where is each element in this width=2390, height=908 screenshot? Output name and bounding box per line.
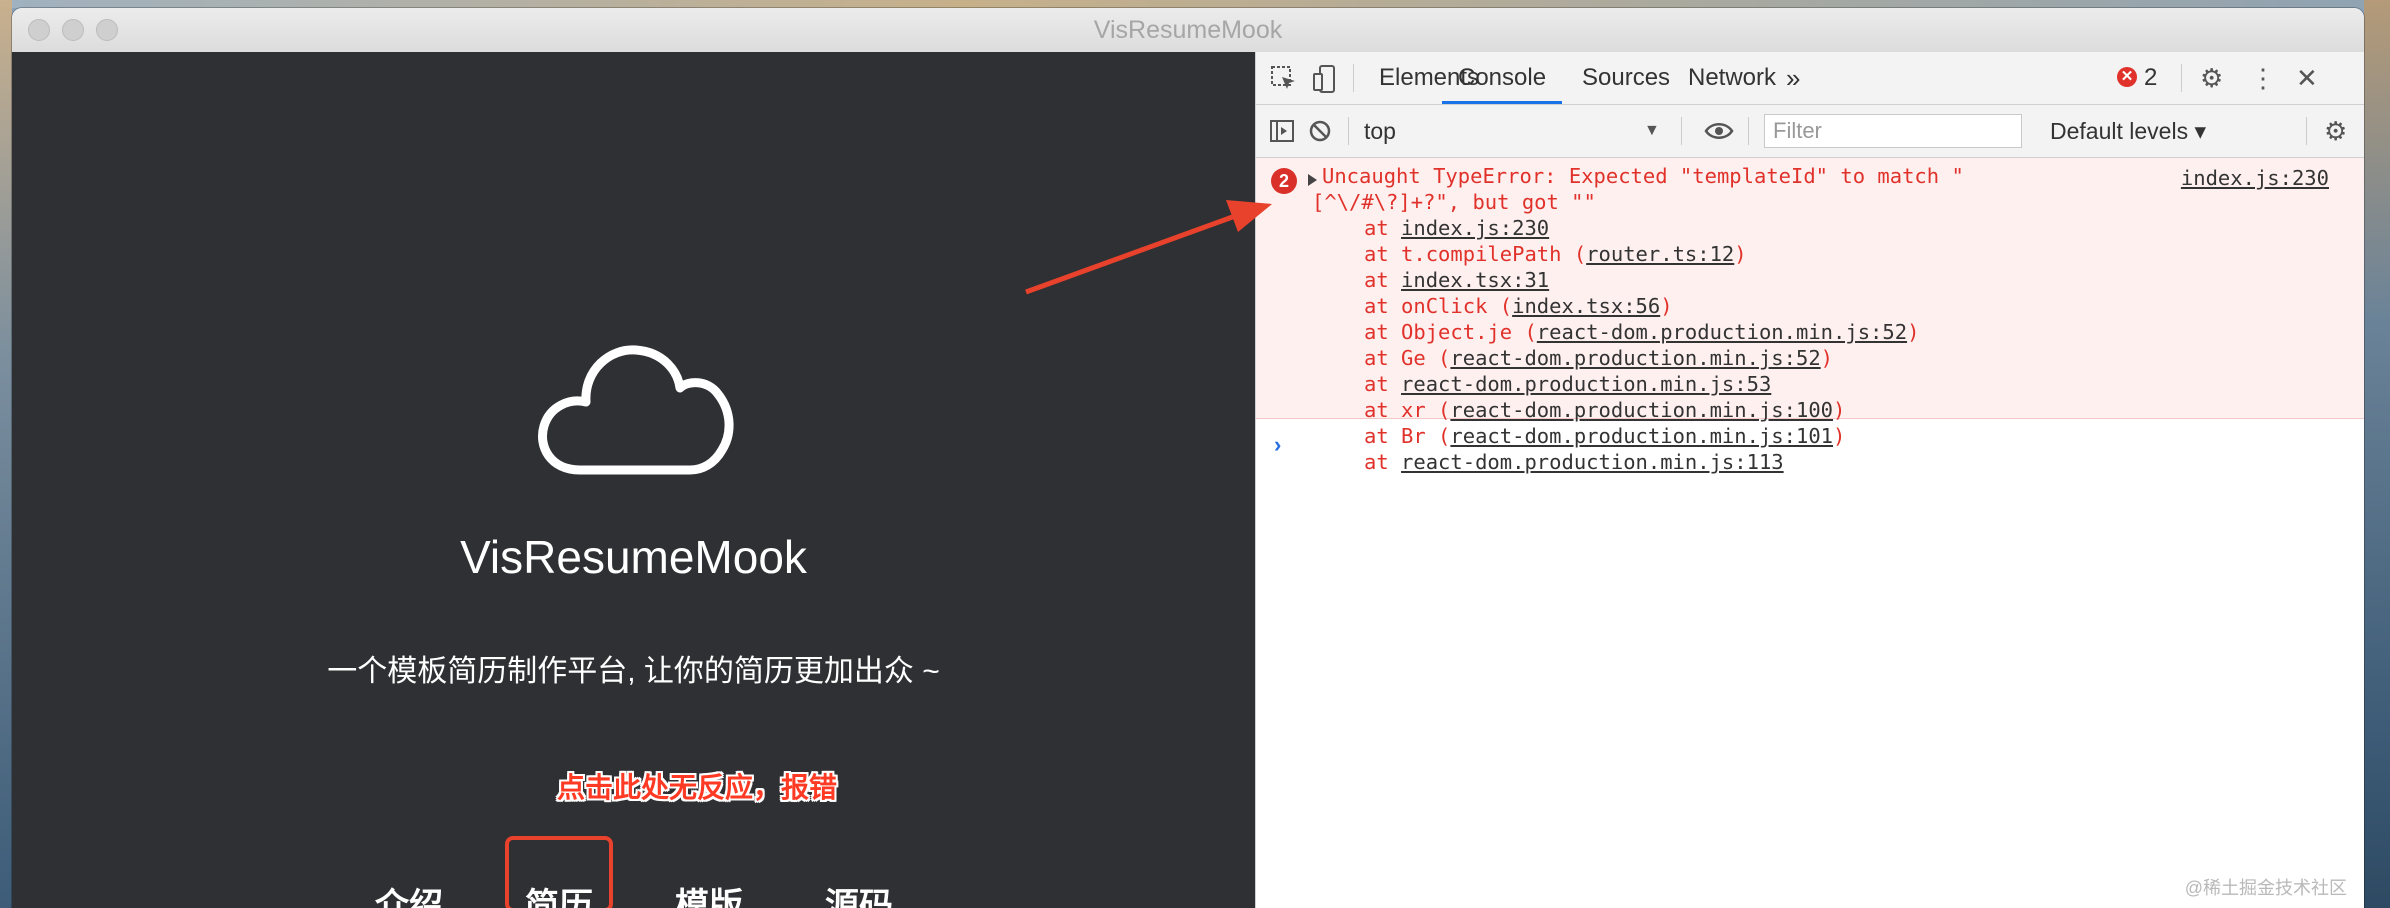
nav-intro[interactable]: 介绍 [375, 878, 443, 908]
stack-frame-link[interactable]: index.js:230 [1401, 216, 1549, 240]
device-toolbar-icon[interactable] [1312, 64, 1336, 94]
stack-frame-suffix: ) [1833, 424, 1846, 448]
console-prompt[interactable]: › [1274, 432, 1281, 458]
error-repeat-count: 2 [1271, 168, 1297, 194]
stack-frame-function: at [1364, 372, 1402, 396]
wallpaper-right [2364, 0, 2390, 908]
stack-frame: at react-dom.production.min.js:53 [1364, 372, 1771, 396]
stack-frame: at Br (react-dom.production.min.js:101) [1364, 424, 1845, 448]
inspect-element-icon[interactable] [1270, 65, 1298, 93]
chevron-down-icon[interactable]: ▼ [1644, 105, 1660, 157]
divider [2306, 117, 2307, 145]
stack-frame-function: at [1364, 450, 1402, 474]
stack-frame: at Ge (react-dom.production.min.js:52) [1364, 346, 1833, 370]
app-content: VisResumeMook 一个模板简历制作平台, 让你的简历更加出众 ~ 点击… [12, 52, 1255, 908]
cloud-logo-icon [538, 345, 734, 475]
stack-frame-suffix: ) [1820, 346, 1834, 370]
stack-frame: at index.tsx:31 [1364, 268, 1549, 292]
error-message-line2: [^\/#\?]+?", but got "" [1312, 190, 1596, 214]
divider [1348, 117, 1349, 145]
more-options-icon[interactable]: ⋮ [2250, 52, 2276, 104]
tab-sources[interactable]: Sources [1582, 52, 1670, 104]
show-sidebar-icon[interactable] [1270, 120, 1294, 142]
error-count[interactable]: 2 [2144, 52, 2157, 104]
error-source-link[interactable]: index.js:230 [2181, 166, 2329, 190]
filter-input[interactable]: Filter [1764, 114, 2022, 148]
live-expression-eye-icon[interactable] [1704, 121, 1734, 141]
console-toolbar: top ▼ Filter Default levels ▾ ⚙ [1256, 105, 2364, 158]
divider [1681, 117, 1682, 145]
divider [1748, 117, 1749, 145]
expand-triangle-icon[interactable] [1308, 174, 1317, 186]
tab-console[interactable]: Console [1442, 52, 1563, 104]
error-x-icon[interactable]: ✕ [2117, 67, 2137, 87]
devtools-tabbar: Elements Console Sources Network » ✕ 2 ⚙… [1256, 52, 2364, 105]
app-window: VisResumeMook VisResumeMook 一个模板简历制作平台, … [12, 8, 2364, 908]
stack-frame-function: at t.compilePath ( [1364, 242, 1587, 266]
stack-frame: at index.js:230 [1364, 216, 1549, 240]
app-title: VisResumeMook [460, 531, 807, 583]
nav-templates[interactable]: 模版 [675, 878, 743, 908]
stack-frame-link[interactable]: index.tsx:31 [1401, 268, 1549, 292]
stack-frame-function: at onClick ( [1364, 294, 1513, 318]
nav-source[interactable]: 源码 [825, 878, 893, 908]
error-message-line1: Uncaught TypeError: Expected "templateId… [1322, 164, 1964, 188]
stack-frame-suffix: ) [1660, 294, 1673, 318]
console-error-message: 2 Uncaught TypeError: Expected "template… [1256, 158, 2364, 474]
annotation-highlight-box [505, 836, 613, 908]
stack-frame-suffix: ) [1833, 398, 1846, 422]
stack-frame-suffix: ) [1734, 242, 1747, 266]
watermark: @稀土掘金技术社区 [2184, 878, 2347, 898]
close-devtools-icon[interactable]: ✕ [2296, 52, 2318, 104]
clear-console-icon[interactable] [1308, 119, 1332, 143]
stack-frame-link[interactable]: router.ts:12 [1586, 242, 1734, 266]
stack-frame: at Object.je (react-dom.production.min.j… [1364, 320, 1919, 344]
settings-gear-icon[interactable]: ⚙ [2200, 52, 2223, 104]
more-tabs-button[interactable]: » [1786, 52, 1800, 104]
window-title: VisResumeMook [1093, 16, 1283, 44]
stack-frame: at react-dom.production.min.js:113 [1364, 450, 1784, 474]
annotation-text: 点击此处无反应，报错 [557, 772, 838, 803]
stack-frame-function: at Object.je ( [1364, 320, 1537, 344]
app-subtitle: 一个模板简历制作平台, 让你的简历更加出众 ~ [327, 655, 940, 688]
stack-frame: at xr (react-dom.production.min.js:100) [1364, 398, 1845, 422]
stack-frame-link[interactable]: react-dom.production.min.js:101 [1450, 424, 1833, 448]
stack-frame-link[interactable]: react-dom.production.min.js:100 [1450, 398, 1833, 422]
devtools-panel: Elements Console Sources Network » ✕ 2 ⚙… [1255, 52, 2364, 908]
stack-frame-link[interactable]: react-dom.production.min.js:52 [1450, 346, 1820, 370]
stack-frame-link[interactable]: index.tsx:56 [1512, 294, 1660, 318]
stack-frame-function: at Br ( [1364, 424, 1451, 448]
stack-frame-function: at [1364, 268, 1402, 292]
context-select[interactable]: top [1364, 105, 1396, 157]
stack-frame-function: at xr ( [1364, 398, 1451, 422]
divider [2181, 64, 2182, 92]
log-levels-select[interactable]: Default levels ▾ [2050, 105, 2206, 157]
stack-frame-suffix: ) [1907, 320, 1920, 344]
wallpaper-left [0, 0, 12, 908]
title-bar: VisResumeMook [12, 8, 2364, 53]
stack-frame-link[interactable]: react-dom.production.min.js:53 [1401, 372, 1771, 396]
console-settings-gear-icon[interactable]: ⚙ [2324, 105, 2347, 157]
stack-frame: at onClick (index.tsx:56) [1364, 294, 1673, 318]
wallpaper [0, 0, 2390, 8]
stack-frame-function: at Ge ( [1364, 346, 1451, 370]
stack-frame-function: at [1364, 216, 1402, 240]
stack-frame-link[interactable]: react-dom.production.min.js:113 [1401, 450, 1784, 474]
stack-frame-link[interactable]: react-dom.production.min.js:52 [1537, 320, 1907, 344]
stack-frame: at t.compilePath (router.ts:12) [1364, 242, 1747, 266]
tab-network[interactable]: Network [1688, 52, 1776, 104]
divider [1353, 64, 1354, 92]
